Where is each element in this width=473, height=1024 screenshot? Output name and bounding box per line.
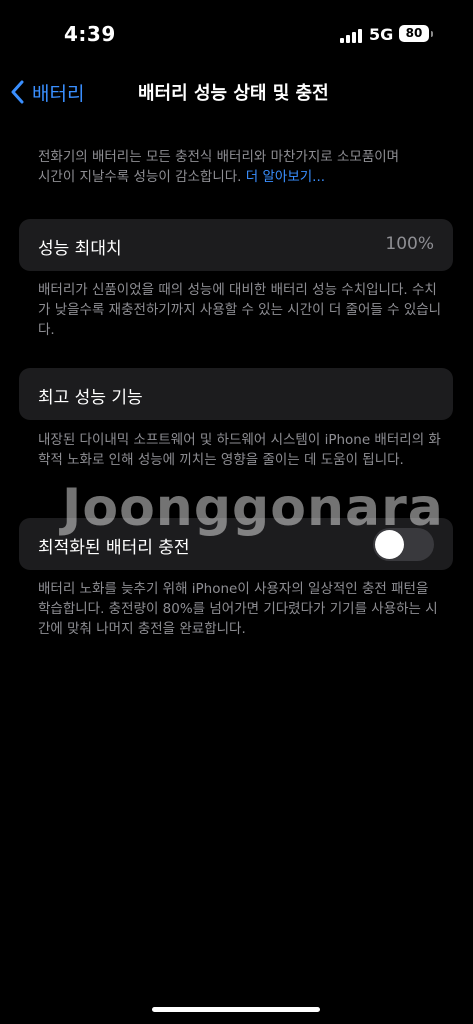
peak-performance-label: 최고 성능 기능: [38, 388, 143, 408]
optimized-charging-description: 배터리 노화를 늦추기 위해 iPhone이 사용자의 일상적인 충전 패턴을 …: [38, 581, 438, 637]
network-type: 5G: [369, 25, 394, 44]
optimized-charging-cell: 최적화된 배터리 충전: [19, 518, 453, 570]
intro-text-line1: 전화기의 배터리는 모든 충전식 배터리와 마찬가지로 소모품이며: [38, 149, 400, 165]
intro-text-line2: 시간이 지날수록 성능이 감소합니다.: [38, 169, 242, 185]
peak-performance-description: 내장된 다이내믹 소프트웨어 및 하드웨어 시스템이 iPhone 배터리의 화…: [38, 432, 441, 468]
status-bar: 4:39 5G 80: [0, 0, 473, 70]
toggle-knob: [375, 530, 404, 559]
back-button[interactable]: 배터리: [10, 78, 84, 106]
cellular-signal-icon: [340, 28, 362, 43]
peak-performance-cell[interactable]: 최고 성능 기능: [19, 368, 453, 420]
intro-text-line2-wrap: 시간이 지날수록 성능이 감소합니다. 더 알아보기...: [38, 167, 443, 187]
navigation-bar: 배터리 배터리 성능 상태 및 충전: [0, 70, 473, 114]
max-capacity-cell: 성능 최대치 100%: [19, 219, 453, 271]
intro-description: 전화기의 배터리는 모든 충전식 배터리와 마찬가지로 소모품이며 시간이 지날…: [38, 147, 443, 187]
status-time: 4:39: [64, 22, 116, 46]
back-button-label: 배터리: [32, 82, 85, 105]
optimized-charging-label: 최적화된 배터리 충전: [38, 538, 190, 558]
optimized-charging-toggle[interactable]: [373, 528, 434, 561]
battery-icon: 80: [399, 25, 429, 42]
max-capacity-value: 100%: [385, 234, 434, 254]
max-capacity-description: 배터리가 신품이었을 때의 성능에 대비한 배터리 성능 수치입니다. 수치가 …: [38, 282, 442, 338]
learn-more-link[interactable]: 더 알아보기...: [246, 169, 325, 185]
max-capacity-label: 성능 최대치: [38, 239, 122, 259]
battery-cap: [431, 31, 433, 37]
page-title: 배터리 성능 상태 및 충전: [138, 83, 329, 104]
home-indicator[interactable]: [152, 1007, 320, 1012]
chevron-left-icon: [11, 80, 24, 104]
